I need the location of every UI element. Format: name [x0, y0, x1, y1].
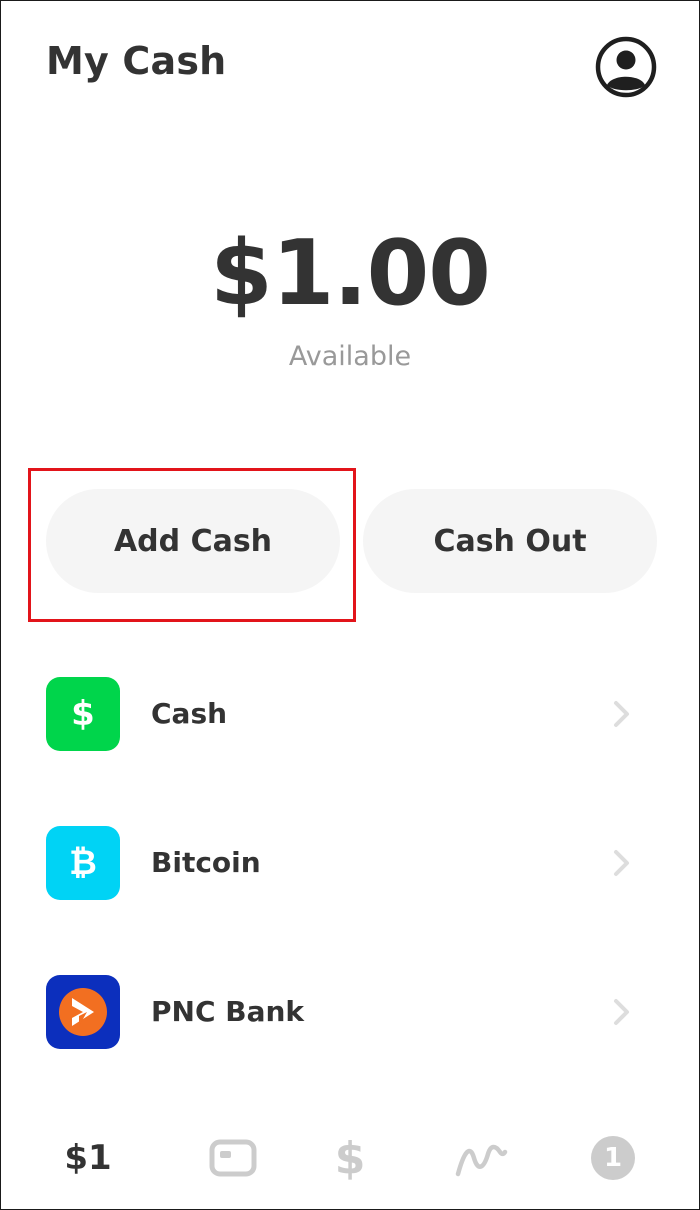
- tab-balance[interactable]: $1: [38, 1107, 138, 1209]
- card-icon: [209, 1139, 257, 1177]
- bottom-tab-bar: $1 $ 1: [1, 1107, 699, 1209]
- balance-label: Available: [288, 341, 412, 372]
- list-item-bitcoin[interactable]: ₿ Bitcoin: [1, 808, 699, 918]
- dollar-icon: $: [46, 677, 120, 751]
- profile-icon: [595, 36, 657, 98]
- chevron-right-icon: [614, 850, 629, 876]
- balance-amount: $1.00: [210, 221, 491, 326]
- highlight-box: [28, 468, 356, 622]
- bitcoin-glyph: ₿: [69, 843, 97, 883]
- pnc-bank-logo: [46, 975, 120, 1049]
- app-screen: My Cash $1.00 Available Add Cash Cash Ou…: [0, 0, 700, 1210]
- tab-card[interactable]: [183, 1107, 283, 1209]
- list-item-label: Cash: [151, 697, 228, 730]
- tab-pay[interactable]: $: [300, 1107, 400, 1209]
- chevron-right-icon: [614, 701, 629, 727]
- tab-notifications[interactable]: 1: [563, 1107, 663, 1209]
- cash-out-button[interactable]: Cash Out: [363, 489, 657, 593]
- profile-button[interactable]: [595, 36, 657, 98]
- chevron-right-icon: [614, 999, 629, 1025]
- page-title: My Cash: [46, 39, 227, 83]
- bitcoin-icon: ₿: [46, 826, 120, 900]
- list-item-pnc-bank[interactable]: PNC Bank: [1, 957, 699, 1067]
- list-item-cash[interactable]: $ Cash: [1, 659, 699, 769]
- list-item-label: Bitcoin: [151, 846, 261, 879]
- pnc-logo-icon: [59, 988, 107, 1036]
- dollar-glyph: $: [71, 694, 95, 734]
- activity-icon: [455, 1144, 508, 1177]
- tab-activity[interactable]: [431, 1107, 531, 1209]
- notification-badge: 1: [591, 1136, 635, 1180]
- list-item-label: PNC Bank: [151, 995, 305, 1028]
